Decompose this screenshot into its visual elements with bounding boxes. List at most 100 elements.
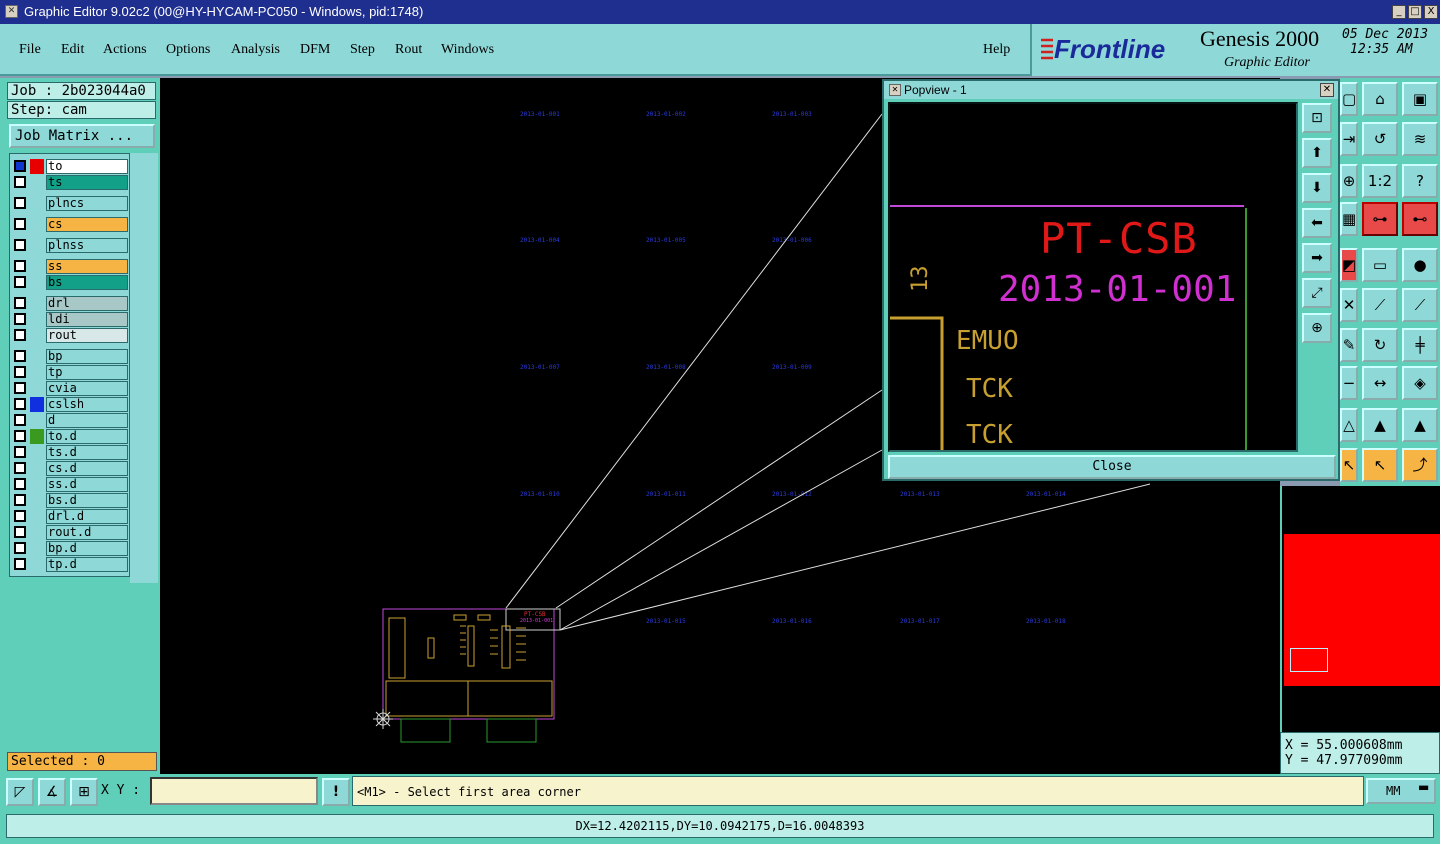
tool-measure-red2-icon[interactable]: ⊷ bbox=[1402, 202, 1438, 236]
minimize-button[interactable]: _ bbox=[1392, 5, 1406, 19]
menu-windows[interactable]: Windows bbox=[441, 42, 494, 58]
layer-checkbox[interactable] bbox=[14, 350, 26, 362]
layer-name[interactable]: drl bbox=[46, 296, 128, 311]
popview-pan-up-icon[interactable]: ⬆ bbox=[1302, 138, 1332, 168]
layer-checkbox[interactable] bbox=[14, 446, 26, 458]
layer-color-swatch[interactable] bbox=[30, 381, 44, 396]
layer-checkbox[interactable] bbox=[14, 382, 26, 394]
snap-mode-icon[interactable]: ◸ bbox=[6, 778, 34, 806]
layer-color-swatch[interactable] bbox=[30, 493, 44, 508]
layer-name[interactable]: tp bbox=[46, 365, 128, 380]
tool-zoom-icon[interactable]: ▢ bbox=[1340, 82, 1358, 116]
layer-name[interactable]: cs bbox=[46, 217, 128, 232]
menu-help[interactable]: Help bbox=[983, 42, 1010, 58]
layer-name[interactable]: to bbox=[46, 159, 128, 174]
layer-row-bs-d[interactable]: bs.d bbox=[12, 493, 130, 508]
tool-ruler-icon[interactable]: ▭ bbox=[1362, 248, 1398, 282]
menu-options[interactable]: Options bbox=[166, 42, 210, 58]
layer-color-swatch[interactable] bbox=[30, 477, 44, 492]
layer-name[interactable]: bs bbox=[46, 275, 128, 290]
layer-name[interactable]: cvia bbox=[46, 381, 128, 396]
tool-line-red-icon[interactable]: ⟋ bbox=[1402, 288, 1438, 322]
menu-step[interactable]: Step bbox=[350, 42, 375, 58]
tool-help-icon[interactable]: ? bbox=[1402, 164, 1438, 198]
tool-triangle-red-icon[interactable]: ▲ bbox=[1362, 408, 1398, 442]
popview-zoom-fit-icon[interactable]: ⊡ bbox=[1302, 103, 1332, 133]
menu-analysis[interactable]: Analysis bbox=[231, 42, 280, 58]
layer-name[interactable]: cs.d bbox=[46, 461, 128, 476]
layer-color-swatch[interactable] bbox=[30, 159, 44, 174]
tool-shapes-icon[interactable]: ◈ bbox=[1402, 366, 1438, 400]
tool-cross-icon[interactable]: ✕ bbox=[1340, 288, 1358, 322]
tool-dimension-icon[interactable]: ↔ bbox=[1362, 366, 1398, 400]
layer-checkbox[interactable] bbox=[14, 297, 26, 309]
layer-name[interactable]: plnss bbox=[46, 238, 128, 253]
tool-flag-icon[interactable]: ◩ bbox=[1340, 248, 1358, 282]
menu-file[interactable]: File bbox=[19, 42, 41, 58]
menu-actions[interactable]: Actions bbox=[103, 42, 147, 58]
layer-checkbox[interactable] bbox=[14, 329, 26, 341]
layer-checkbox[interactable] bbox=[14, 558, 26, 570]
tool-arc-icon[interactable]: ↻ bbox=[1362, 328, 1398, 362]
layer-row-plnss[interactable]: plnss bbox=[12, 238, 130, 253]
layer-row-ldi[interactable]: ldi bbox=[12, 312, 130, 327]
popview-zoom-out-icon[interactable]: ⊕ bbox=[1302, 313, 1332, 343]
tool-center-icon[interactable]: ⊕ bbox=[1340, 164, 1358, 198]
tool-grid-icon[interactable]: ▦ bbox=[1340, 202, 1358, 236]
layer-checkbox[interactable] bbox=[14, 414, 26, 426]
close-window-button[interactable]: X bbox=[1424, 5, 1438, 19]
layer-row-ss[interactable]: ss bbox=[12, 259, 130, 274]
tool-split-icon[interactable]: ╪ bbox=[1402, 328, 1438, 362]
execute-button[interactable]: ! bbox=[322, 778, 350, 806]
layer-color-swatch[interactable] bbox=[30, 541, 44, 556]
layer-color-swatch[interactable] bbox=[30, 296, 44, 311]
layer-color-swatch[interactable] bbox=[30, 217, 44, 232]
layer-row-tp-d[interactable]: tp.d bbox=[12, 557, 130, 572]
popview-pan-left-icon[interactable]: ⬅ bbox=[1302, 208, 1332, 238]
layer-color-swatch[interactable] bbox=[30, 328, 44, 343]
layer-checkbox[interactable] bbox=[14, 462, 26, 474]
tool-pad-icon[interactable]: ● bbox=[1402, 248, 1438, 282]
tool-line-icon[interactable]: ⟋ bbox=[1362, 288, 1398, 322]
maximize-button[interactable]: □ bbox=[1408, 5, 1422, 19]
tool-scale-icon[interactable]: 1:2 bbox=[1362, 164, 1398, 198]
layer-color-swatch[interactable] bbox=[30, 557, 44, 572]
grid-mode-icon[interactable]: ⊞ bbox=[70, 778, 98, 806]
layer-name[interactable]: rout bbox=[46, 328, 128, 343]
units-select[interactable]: MM ▬ bbox=[1366, 778, 1436, 804]
layer-name[interactable]: ss bbox=[46, 259, 128, 274]
layer-checkbox[interactable] bbox=[14, 366, 26, 378]
tool-home-icon[interactable]: ⌂ bbox=[1362, 82, 1398, 116]
layer-color-swatch[interactable] bbox=[30, 445, 44, 460]
menu-edit[interactable]: Edit bbox=[61, 42, 84, 58]
layer-color-swatch[interactable] bbox=[30, 349, 44, 364]
layer-row-to-d[interactable]: to.d bbox=[12, 429, 130, 444]
xy-input[interactable] bbox=[150, 777, 318, 805]
tool-redraw-icon[interactable]: ↺ bbox=[1362, 122, 1398, 156]
tool-route-icon[interactable]: ⤴ bbox=[1402, 448, 1438, 482]
layer-row-rout-d[interactable]: rout.d bbox=[12, 525, 130, 540]
layer-checkbox[interactable] bbox=[14, 313, 26, 325]
layer-checkbox[interactable] bbox=[14, 239, 26, 251]
layer-color-swatch[interactable] bbox=[30, 413, 44, 428]
layer-row-ss-d[interactable]: ss.d bbox=[12, 477, 130, 492]
layer-color-swatch[interactable] bbox=[30, 196, 44, 211]
tool-triangle-blue-icon[interactable]: ▲ bbox=[1402, 408, 1438, 442]
layer-row-rout[interactable]: rout bbox=[12, 328, 130, 343]
layer-checkbox[interactable] bbox=[14, 494, 26, 506]
job-matrix-button[interactable]: Job Matrix ... bbox=[9, 124, 155, 148]
layer-name[interactable]: ts bbox=[46, 175, 128, 190]
layer-row-drl-d[interactable]: drl.d bbox=[12, 509, 130, 524]
tool-move-icon[interactable]: ⇥ bbox=[1340, 122, 1358, 156]
layer-color-swatch[interactable] bbox=[30, 312, 44, 327]
layer-color-swatch[interactable] bbox=[30, 175, 44, 190]
layer-name[interactable]: tp.d bbox=[46, 557, 128, 572]
tool-minus-icon[interactable]: − bbox=[1340, 366, 1358, 400]
popview-canvas[interactable]: PT-CSB 2013-01-001 13 EMUO TCK TCK bbox=[888, 102, 1298, 452]
popview-pan-right-icon[interactable]: ➡ bbox=[1302, 243, 1332, 273]
layer-color-swatch[interactable] bbox=[30, 525, 44, 540]
tool-snap-icon[interactable]: ≋ bbox=[1402, 122, 1438, 156]
layer-row-bp-d[interactable]: bp.d bbox=[12, 541, 130, 556]
layer-row-drl[interactable]: drl bbox=[12, 296, 130, 311]
tool-window-icon[interactable]: ▣ bbox=[1402, 82, 1438, 116]
